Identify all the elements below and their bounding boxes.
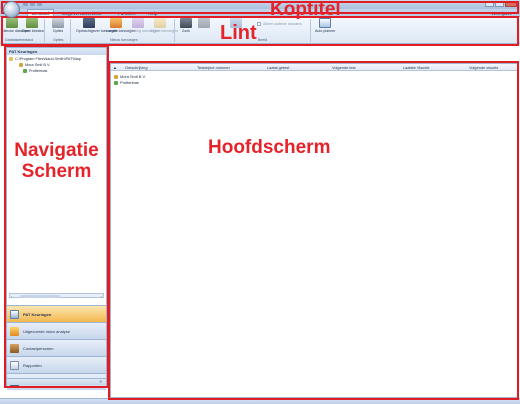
navigation-pane: PAT Keuringen C:\Program Files\Naud-Smit… — [6, 47, 107, 390]
nav-button-contactpersonen[interactable]: Contactpersonen — [7, 339, 106, 356]
add-client-button[interactable]: Opdrachtgever toevoegen — [76, 18, 118, 33]
object-add-icon — [154, 18, 166, 28]
chevron-down-icon[interactable]: » — [99, 379, 102, 385]
warning-icon — [10, 326, 19, 336]
column-volgende-visuele[interactable]: Volgende visuele — [469, 64, 498, 71]
add-object-button[interactable]: Object toevoegen — [150, 18, 178, 33]
main-pane: ▲ Omschrijving Testobject nummer Laatst … — [110, 63, 518, 398]
tab-help[interactable]: Help — [148, 10, 157, 17]
column-volgende-test[interactable]: Volgende test — [332, 64, 356, 71]
annotation-koptitel: Koptitel — [270, 0, 341, 20]
annotation-navigatie: Navigatie Scherm — [4, 140, 109, 182]
tab-functies[interactable]: Functies — [118, 10, 135, 17]
quick-access-toolbar — [23, 1, 42, 6]
group-separator — [310, 19, 311, 42]
window-controls — [484, 1, 517, 7]
scroll-right-icon[interactable]: › — [101, 294, 102, 299]
application-menu-button[interactable] — [3, 1, 20, 18]
group-separator — [70, 19, 71, 42]
contacts-icon — [10, 343, 19, 353]
tab-weergave[interactable]: Weergave — [491, 10, 512, 17]
navigation-header: PAT Keuringen — [7, 48, 106, 55]
navigation-footer: » — [7, 378, 106, 385]
close-button[interactable] — [505, 1, 517, 7]
auto-planner-button[interactable]: Auto planner — [315, 18, 335, 33]
horizontal-scrollbar[interactable]: ‹ › — [9, 293, 104, 299]
location-add-icon — [110, 18, 122, 28]
undo-icon[interactable] — [30, 1, 35, 6]
title-bar — [0, 0, 520, 9]
group-label-nieuw-toevoegen: Nieuw toevoegen — [110, 38, 138, 42]
grid-header: ▲ Omschrijving Testobject nummer Laatst … — [111, 64, 517, 71]
checkbox-icon — [257, 22, 261, 26]
annotation-lint: Lint — [220, 22, 257, 44]
client-icon — [114, 74, 118, 79]
tree-node-client[interactable]: Mora Smit B.V. — [19, 63, 50, 67]
location-icon — [114, 80, 118, 85]
scrollbar-thumb[interactable] — [20, 294, 60, 298]
client-icon — [19, 63, 23, 67]
wrench-icon — [52, 18, 64, 28]
tab-gegevensoverzicht[interactable]: Gegevensoverzicht — [62, 10, 101, 17]
department-add-icon — [132, 18, 144, 28]
report-icon — [10, 360, 19, 370]
sort-up-icon[interactable]: ▲ — [113, 64, 117, 71]
add-department-button[interactable]: Afdeling toevoegen — [128, 18, 159, 33]
new-database-button[interactable]: Nieuwe database — [2, 18, 30, 33]
view-grid-icon — [198, 18, 210, 28]
annotation-navigatie-line1: Navigatie — [14, 140, 99, 161]
group-label-beeld: Beeld — [258, 38, 268, 42]
annotation-hoofdscherm: Hoofdscherm — [208, 137, 331, 158]
nav-button-risico-analyse[interactable]: Uitgevoerde risico analyse — [7, 322, 106, 339]
folder-icon — [9, 57, 13, 61]
add-location-button[interactable]: Locatie toevoegen — [106, 18, 135, 33]
nav-button-rapporten[interactable]: Rapporten — [7, 356, 106, 373]
group-label-opties: Opties — [53, 38, 64, 42]
maximize-button[interactable] — [495, 1, 504, 7]
tree-node-location[interactable]: Proftenbak — [23, 69, 47, 73]
active-dossiers-checkbox[interactable]: Alleen actieve dossiers — [257, 22, 302, 26]
open-file-button[interactable]: Open bestand — [22, 18, 45, 33]
scroll-left-icon[interactable]: ‹ — [11, 294, 12, 299]
grid-row[interactable]: Proftenbak — [114, 80, 139, 85]
dropdown-icon[interactable] — [37, 1, 42, 6]
location-icon — [23, 69, 27, 73]
database-new-icon — [6, 18, 18, 28]
binoculars-icon — [180, 18, 192, 28]
grid-row[interactable]: Mora Smit B.V. — [114, 74, 146, 79]
status-bar — [0, 398, 520, 404]
view-button[interactable] — [196, 18, 212, 28]
ribbon-tabs: Bestand Gegevensoverzicht Functies Help … — [0, 9, 520, 18]
annotation-navigatie-line2: Scherm — [21, 161, 92, 182]
column-omschrijving[interactable]: Omschrijving — [125, 64, 147, 71]
pat-tools-icon — [10, 309, 19, 319]
client-add-icon — [83, 18, 95, 28]
minimize-button[interactable] — [485, 1, 494, 7]
group-separator — [44, 19, 45, 42]
column-testobject-nummer[interactable]: Testobject nummer — [197, 64, 230, 71]
save-icon[interactable] — [23, 1, 28, 6]
ribbon: Nieuwe database Open bestand Opties Opdr… — [0, 17, 520, 44]
search-button[interactable]: Zoek — [178, 18, 194, 33]
nav-button-pat-keuringen[interactable]: PAT Keuringen — [7, 305, 106, 322]
tree-node-root[interactable]: C:\Program Files\Naud-Smith\PAT\Map — [9, 57, 81, 61]
column-laatst-getest[interactable]: Laatst getest — [267, 64, 289, 71]
group-separator — [174, 19, 175, 42]
folder-open-icon — [26, 18, 38, 28]
column-laatste-visuele[interactable]: Laatste Visuele — [403, 64, 430, 71]
options-button[interactable]: Opties — [48, 18, 68, 33]
group-label-databasebestand: Databasebestand — [5, 38, 34, 42]
